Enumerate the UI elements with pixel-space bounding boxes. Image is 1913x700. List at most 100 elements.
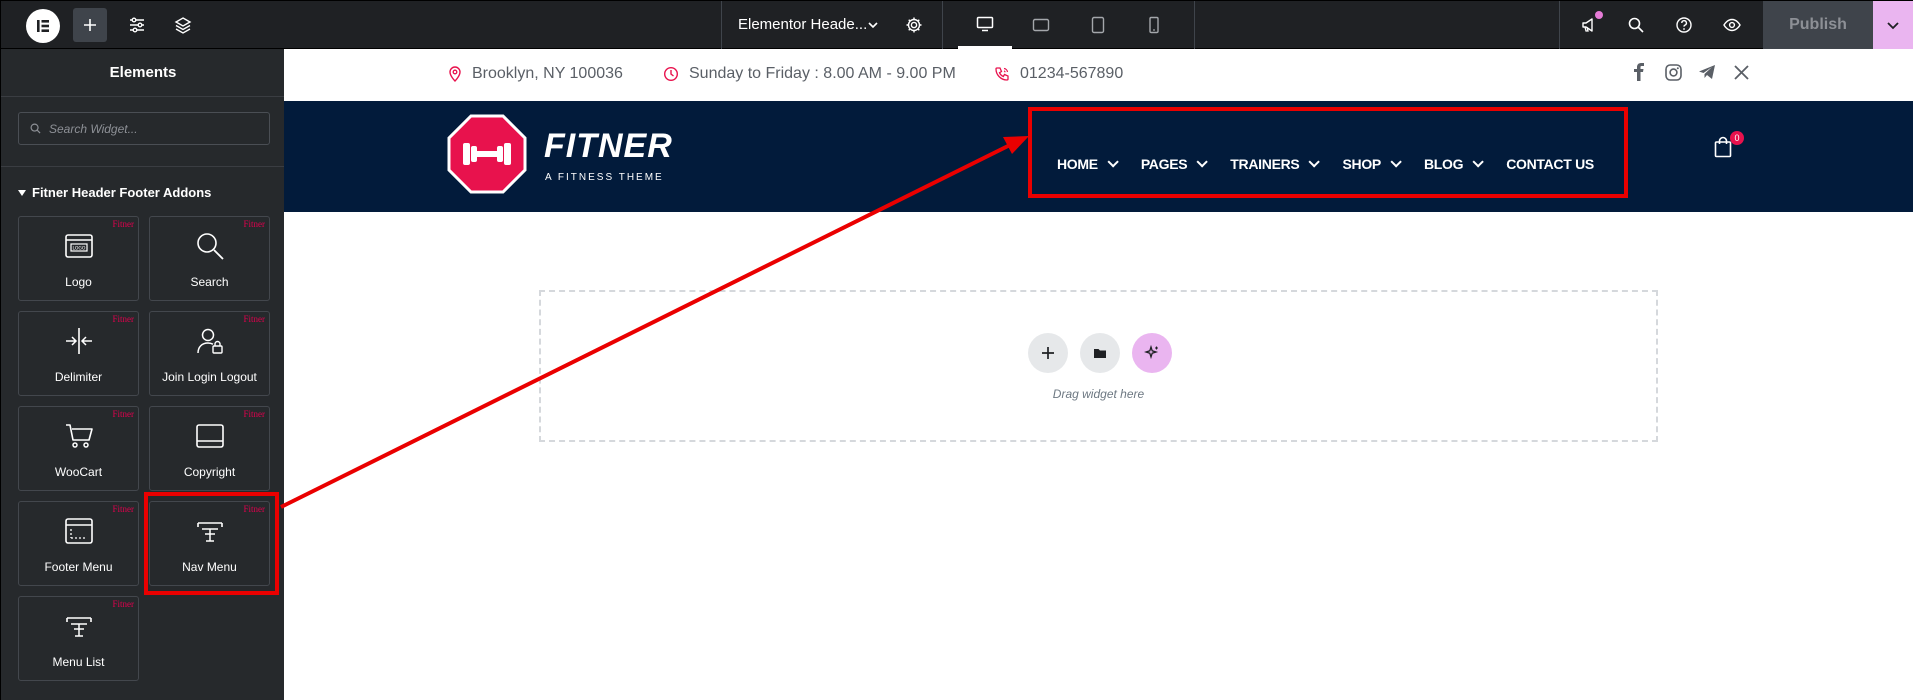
user-lock-icon: [150, 326, 269, 356]
widget-menu-list[interactable]: Fitner Menu List: [18, 596, 139, 681]
caret-down-icon: [18, 189, 26, 196]
dropzone-label: Drag widget here: [1052, 387, 1145, 401]
widget-label: WooCart: [54, 465, 103, 479]
widget-label: Copyright: [183, 465, 236, 479]
widget-label: Join Login Logout: [162, 370, 257, 384]
editor-topbar: Elementor Heade... Publish: [0, 0, 1913, 49]
search-icon: [30, 123, 41, 134]
dumbbell-logo-icon[interactable]: [447, 114, 527, 194]
chevron-down-icon[interactable]: [863, 15, 883, 40]
separator: [721, 1, 722, 49]
clock-icon: [663, 66, 679, 82]
widget-logo[interactable]: Fitner LOGO Logo: [18, 216, 139, 301]
add-section-button[interactable]: [1028, 333, 1068, 373]
layers-icon: [174, 17, 192, 34]
phone-icon: [995, 67, 1009, 81]
add-template-button[interactable]: [1080, 333, 1120, 373]
widget-badge: Fitner: [112, 409, 135, 419]
device-mobile-button[interactable]: [1127, 8, 1181, 42]
document-title[interactable]: Elementor Heade...: [738, 16, 867, 33]
widget-copyright[interactable]: Fitner Copyright: [149, 406, 270, 491]
svg-text:LOGO: LOGO: [72, 246, 85, 252]
footer-menu-icon: [19, 516, 138, 546]
notification-dot: [1595, 11, 1603, 19]
publish-options-button[interactable]: [1873, 1, 1913, 49]
widget-label: Menu List: [52, 655, 105, 669]
help-button[interactable]: [1667, 8, 1701, 42]
brand-tagline: A FITNESS THEME: [545, 172, 664, 183]
telegram-icon[interactable]: [1697, 62, 1717, 82]
highlight-box-navigation: [1028, 107, 1628, 198]
widget-badge: Fitner: [112, 314, 135, 324]
eye-icon: [1723, 18, 1741, 32]
panel-title: Elements: [109, 64, 177, 81]
hours-item: Sunday to Friday : 8.00 AM - 9.00 PM: [663, 65, 956, 83]
device-tablet-button[interactable]: [1071, 8, 1125, 42]
gear-icon: [906, 17, 922, 33]
widget-footer-menu[interactable]: Fitner Footer Menu: [18, 501, 139, 586]
sparkle-icon: [1144, 345, 1159, 360]
empty-section-dropzone[interactable]: Drag widget here: [539, 290, 1658, 442]
widget-label: Footer Menu: [44, 560, 113, 574]
phone-item: 01234-567890: [994, 65, 1123, 83]
sliders-icon: [130, 17, 144, 33]
divider: [1, 96, 285, 97]
device-tablet-landscape-button[interactable]: [1014, 8, 1068, 42]
help-icon: [1676, 17, 1692, 33]
widget-badge: Fitner: [243, 314, 266, 324]
search-icon: [150, 231, 269, 261]
widget-delimiter[interactable]: Fitner Delimiter: [18, 311, 139, 396]
brand-name: FITNER: [544, 127, 673, 165]
add-element-button[interactable]: [73, 8, 107, 42]
search-icon: [1628, 17, 1644, 33]
structure-button[interactable]: [166, 8, 200, 42]
finder-button[interactable]: [1619, 8, 1653, 42]
site-settings-button[interactable]: [120, 8, 154, 42]
facebook-icon[interactable]: [1629, 62, 1649, 82]
category-title: Fitner Header Footer Addons: [32, 185, 212, 200]
widget-label: Search: [190, 275, 229, 289]
instagram-icon[interactable]: [1663, 62, 1683, 82]
widget-badge: Fitner: [243, 409, 266, 419]
divider: [1, 166, 285, 167]
top-info-bar: Brooklyn, NY 100036 Sunday to Friday : 8…: [284, 49, 1913, 101]
address-text: Brooklyn, NY 100036: [472, 65, 623, 82]
widget-badge: Fitner: [243, 219, 266, 229]
separator: [1559, 1, 1560, 49]
separator: [1194, 1, 1195, 49]
copyright-icon: [150, 421, 269, 451]
widget-woocart[interactable]: Fitner WooCart: [18, 406, 139, 491]
cart-count-badge: 0: [1730, 131, 1744, 145]
widget-badge: Fitner: [112, 599, 135, 609]
logo-icon: LOGO: [19, 231, 138, 261]
plus-icon: [1042, 347, 1054, 359]
delimiter-icon: [19, 326, 138, 356]
social-links: [1629, 62, 1751, 82]
category-header[interactable]: Fitner Header Footer Addons: [18, 185, 211, 200]
hours-text: Sunday to Friday : 8.00 AM - 9.00 PM: [689, 65, 956, 82]
tablet-landscape-icon: [1032, 18, 1050, 32]
phone-text: 01234-567890: [1020, 65, 1124, 82]
ai-generate-button[interactable]: [1132, 333, 1172, 373]
separator: [942, 1, 943, 49]
folder-icon: [1094, 349, 1106, 358]
widget-badge: Fitner: [112, 504, 135, 514]
elements-panel: Elements Fitner Header Footer Addons Fit…: [0, 49, 285, 700]
widget-search[interactable]: Fitner Search: [149, 216, 270, 301]
widget-label: Delimiter: [54, 370, 103, 384]
address-item: Brooklyn, NY 100036: [448, 65, 623, 83]
widget-join-login-logout[interactable]: Fitner Join Login Logout: [149, 311, 270, 396]
search-widget-input[interactable]: [49, 113, 264, 144]
x-twitter-icon[interactable]: [1731, 62, 1751, 82]
preview-button[interactable]: [1715, 8, 1749, 42]
page-settings-button[interactable]: [897, 8, 931, 42]
map-pin-icon: [449, 66, 461, 82]
elementor-logo-icon[interactable]: [26, 9, 60, 43]
highlight-box-nav-menu-widget: [144, 492, 279, 595]
widget-badge: Fitner: [112, 219, 135, 229]
publish-button[interactable]: Publish: [1763, 1, 1873, 49]
device-desktop-button[interactable]: [958, 1, 1012, 49]
menu-list-icon: [19, 611, 138, 641]
widget-search[interactable]: [18, 112, 270, 145]
widget-label: Logo: [65, 275, 92, 289]
